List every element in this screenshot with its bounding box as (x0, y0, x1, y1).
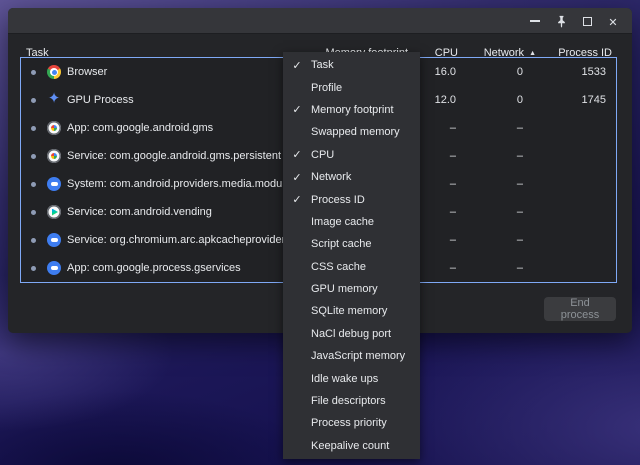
menu-item[interactable]: Network (283, 166, 420, 188)
network-value: – (517, 226, 523, 254)
menu-item-label: Profile (311, 82, 342, 94)
task-app-icon (47, 177, 61, 191)
menu-item[interactable]: Script cache (283, 233, 420, 255)
menu-item-label: Script cache (311, 238, 372, 250)
menu-item[interactable]: Image cache (283, 211, 420, 233)
cpu-value: – (450, 170, 456, 198)
bullet-icon (31, 266, 36, 271)
network-value: – (517, 170, 523, 198)
maximize-button[interactable] (574, 8, 600, 34)
task-name: Browser (67, 58, 107, 86)
network-value: – (517, 254, 523, 282)
menu-item-label: Swapped memory (311, 126, 400, 138)
bullet-icon (31, 182, 36, 187)
menu-item-label: SQLite memory (311, 305, 387, 317)
network-value: – (517, 114, 523, 142)
task-name: System: com.android.providers.media.modu… (67, 170, 291, 198)
menu-item[interactable]: Profile (283, 76, 420, 98)
window-caption-buttons (522, 8, 626, 34)
cpu-value: – (450, 142, 456, 170)
bullet-icon (31, 210, 36, 215)
task-app-icon (47, 149, 61, 163)
network-value: – (517, 198, 523, 226)
checkmark-icon (283, 193, 311, 206)
menu-item[interactable]: Task (283, 54, 420, 76)
bullet-icon (31, 238, 36, 243)
network-value: – (517, 142, 523, 170)
task-name: App: com.google.process.gservices (67, 254, 241, 282)
checkmark-icon (283, 103, 311, 116)
menu-item-label: Network (311, 171, 351, 183)
menu-item[interactable]: Memory footprint (283, 99, 420, 121)
cpu-value: – (450, 226, 456, 254)
task-name: GPU Process (67, 86, 134, 114)
bullet-icon (31, 98, 36, 103)
menu-item[interactable]: CSS cache (283, 256, 420, 278)
menu-item[interactable]: NaCl debug port (283, 323, 420, 345)
menu-item[interactable]: File descriptors (283, 390, 420, 412)
task-app-icon (47, 65, 61, 79)
menu-item[interactable]: JavaScript memory (283, 345, 420, 367)
menu-item-label: Keepalive count (311, 440, 389, 452)
menu-item-label: JavaScript memory (311, 350, 405, 362)
network-value: 0 (517, 86, 523, 114)
menu-item-label: CPU (311, 149, 334, 161)
task-name: Service: com.google.android.gms.persiste… (67, 142, 281, 170)
task-app-icon (47, 233, 61, 247)
close-icon (608, 14, 617, 29)
bullet-icon (31, 70, 36, 75)
task-app-icon (47, 93, 61, 107)
menu-item-label: Process ID (311, 194, 365, 206)
column-context-menu: Task Profile Memory footprint Swapped me… (283, 52, 420, 459)
cpu-value: 12.0 (435, 86, 456, 114)
window-titlebar[interactable] (8, 8, 632, 34)
menu-item-label: File descriptors (311, 395, 386, 407)
menu-item-label: NaCl debug port (311, 328, 391, 340)
cpu-value: – (450, 114, 456, 142)
task-name: App: com.google.android.gms (67, 114, 213, 142)
cpu-value: – (450, 254, 456, 282)
menu-item[interactable]: Swapped memory (283, 121, 420, 143)
task-name: Service: com.android.vending (67, 198, 212, 226)
menu-item-label: Task (311, 59, 334, 71)
sort-ascending-icon: ▲ (529, 50, 536, 57)
maximize-icon (583, 17, 592, 26)
task-app-icon (47, 205, 61, 219)
menu-item[interactable]: CPU (283, 144, 420, 166)
bullet-icon (31, 126, 36, 131)
end-process-button[interactable]: End process (544, 297, 616, 321)
process-id-value: 1533 (582, 58, 606, 86)
checkmark-icon (283, 59, 311, 72)
checkmark-icon (283, 148, 311, 161)
network-value: 0 (517, 58, 523, 86)
menu-item-label: Memory footprint (311, 104, 394, 116)
cpu-value: 16.0 (435, 58, 456, 86)
menu-item-label: CSS cache (311, 261, 366, 273)
menu-item-label: Process priority (311, 417, 387, 429)
pin-button[interactable] (548, 8, 574, 34)
menu-item[interactable]: SQLite memory (283, 300, 420, 322)
task-app-icon (47, 121, 61, 135)
menu-item-label: Idle wake ups (311, 373, 378, 385)
menu-item-label: GPU memory (311, 283, 378, 295)
minimize-button[interactable] (522, 8, 548, 34)
close-button[interactable] (600, 8, 626, 34)
task-name: Service: org.chromium.arc.apkcacheprovid… (67, 226, 285, 254)
cpu-value: – (450, 198, 456, 226)
desktop-wallpaper: Task Memory footprint CPU Network ▲ Proc… (0, 0, 640, 465)
menu-item[interactable]: Keepalive count (283, 435, 420, 457)
bullet-icon (31, 154, 36, 159)
menu-item[interactable]: GPU memory (283, 278, 420, 300)
minimize-icon (530, 20, 540, 22)
menu-item[interactable]: Process priority (283, 412, 420, 434)
process-id-value: 1745 (582, 86, 606, 114)
pin-icon (555, 15, 568, 28)
menu-item[interactable]: Idle wake ups (283, 367, 420, 389)
task-app-icon (47, 261, 61, 275)
menu-item[interactable]: Process ID (283, 188, 420, 210)
checkmark-icon (283, 171, 311, 184)
menu-item-label: Image cache (311, 216, 374, 228)
